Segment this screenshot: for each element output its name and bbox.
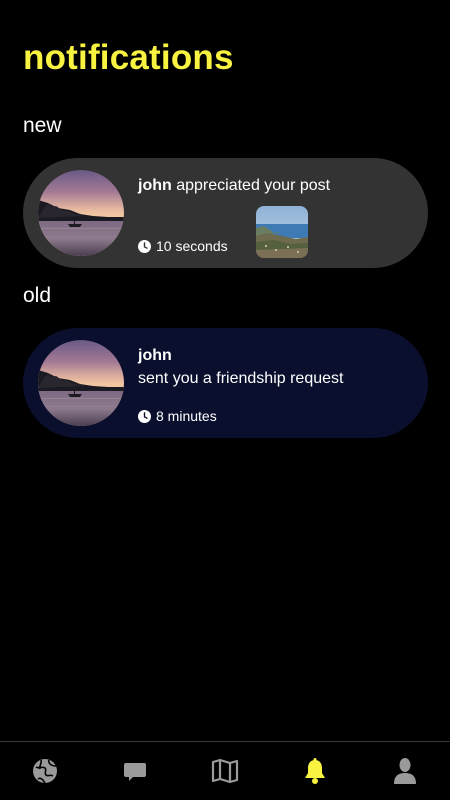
globe-icon: [33, 759, 57, 784]
notification-time: 10 seconds: [138, 238, 228, 254]
notification-time: 8 minutes: [138, 408, 217, 424]
tab-notifications[interactable]: [285, 742, 345, 800]
notification-time-text: 10 seconds: [156, 238, 228, 254]
tab-map[interactable]: [195, 742, 255, 800]
bell-icon: [305, 758, 325, 784]
tab-messages[interactable]: [105, 742, 165, 800]
notification-action-text: appreciated your post: [176, 177, 331, 194]
notification-username[interactable]: john: [138, 344, 398, 367]
profile-icon: [394, 758, 416, 784]
avatar-photo: [38, 170, 124, 256]
section-label-new: new: [23, 114, 62, 137]
notification-message: john appreciated your post: [138, 174, 398, 197]
page-title: notifications: [23, 38, 234, 77]
clock-icon: [138, 409, 151, 423]
avatar-photo: [38, 340, 124, 426]
notification-card[interactable]: john sent you a friendship request 8 min…: [23, 328, 428, 438]
notification-time-text: 8 minutes: [156, 408, 217, 424]
notification-card[interactable]: john appreciated your post 10 seconds: [23, 158, 428, 268]
notification-action-text: sent you a friendship request: [138, 370, 344, 387]
avatar[interactable]: [38, 340, 124, 426]
tab-profile[interactable]: [375, 742, 435, 800]
notification-message: john sent you a friendship request: [138, 344, 398, 390]
section-label-old: old: [23, 284, 52, 307]
clock-icon: [138, 239, 151, 253]
chat-icon: [124, 763, 146, 781]
bottom-tab-bar: [0, 741, 450, 800]
tab-explore[interactable]: [15, 742, 75, 800]
avatar[interactable]: [38, 170, 124, 256]
notification-username[interactable]: john: [138, 177, 172, 194]
post-thumbnail-photo: [256, 206, 308, 258]
map-icon: [211, 758, 239, 784]
post-thumbnail[interactable]: [256, 206, 308, 258]
notifications-screen: notifications new john appreciated your …: [0, 0, 450, 800]
